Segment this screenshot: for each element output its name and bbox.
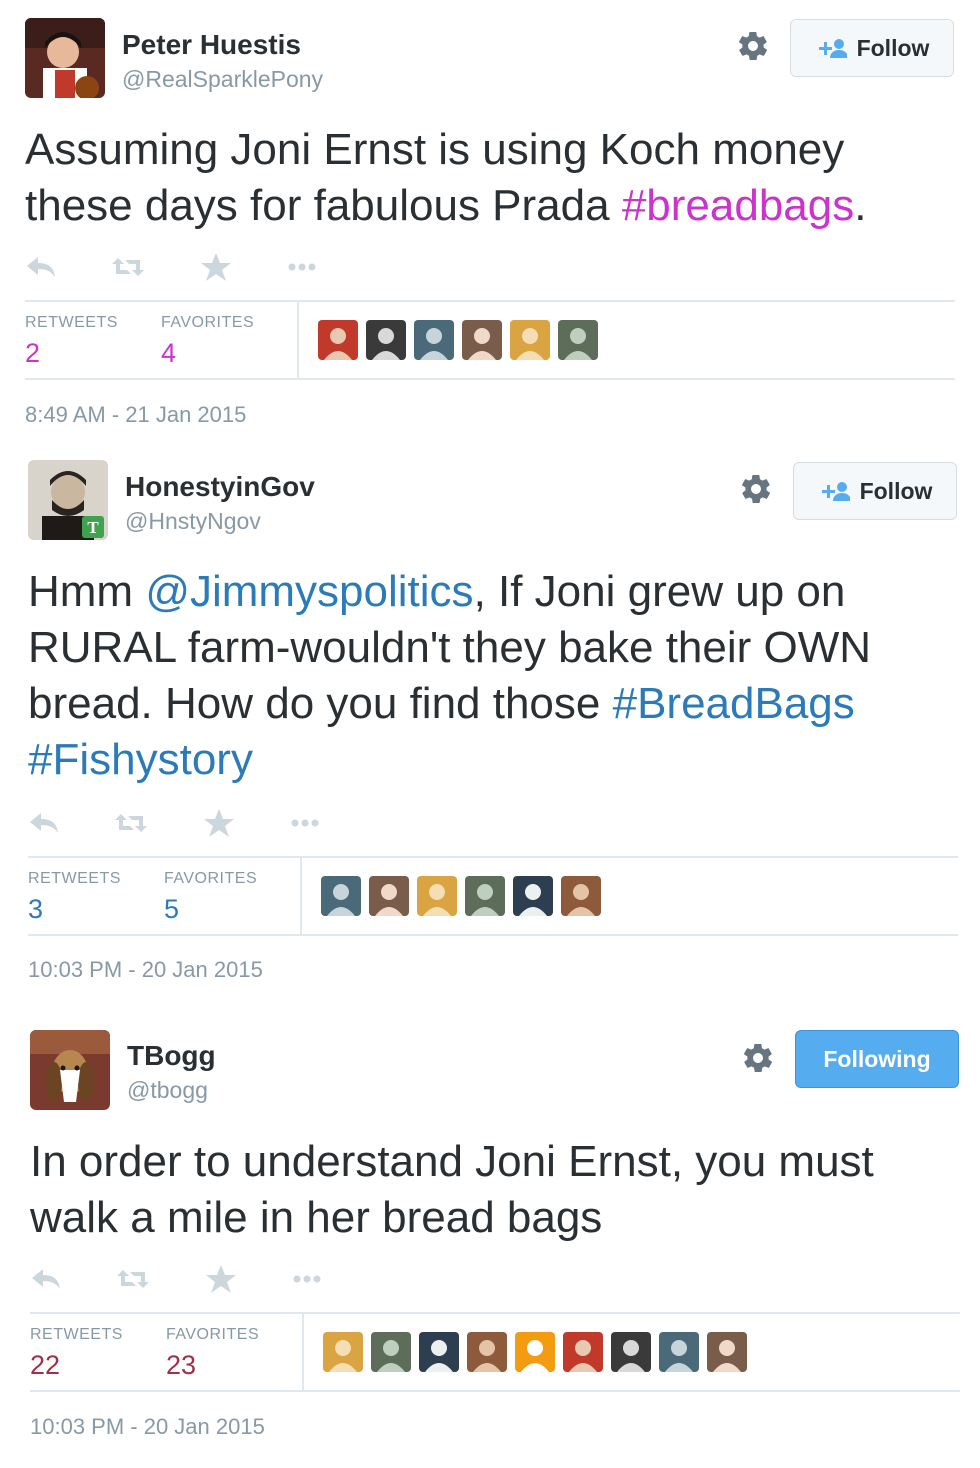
favoriter-avatar[interactable] (462, 320, 502, 360)
tweet-text-segment: Hmm (28, 567, 146, 616)
tweet-1: Peter Huestis @RealSparklePony Follow As… (0, 0, 980, 440)
gear-icon[interactable] (736, 29, 770, 63)
favorites-label: FAVORITES (161, 314, 255, 331)
favoriter-avatar[interactable] (513, 876, 553, 916)
stats-divider (302, 1314, 304, 1390)
username[interactable]: @RealSparklePony (122, 66, 323, 93)
username[interactable]: @tbogg (127, 1077, 208, 1104)
gear-icon[interactable] (741, 1041, 775, 1075)
favoriter-avatar[interactable] (561, 876, 601, 916)
tweet-stats: RETWEETS 2 FAVORITES 4 (25, 300, 955, 380)
favoriter-avatar[interactable] (515, 1332, 555, 1372)
favoriter-avatar[interactable] (323, 1332, 363, 1372)
retweets-label: RETWEETS (30, 1326, 123, 1343)
tweet-actions (30, 1264, 350, 1296)
following-button[interactable]: Following (795, 1030, 959, 1088)
hashtag-link[interactable]: #BreadBags (613, 679, 855, 728)
svg-text:T: T (87, 518, 99, 537)
more-icon[interactable] (285, 252, 319, 282)
display-name[interactable]: Peter Huestis (122, 29, 301, 61)
tweet-stats: RETWEETS 22 FAVORITES 23 (30, 1312, 960, 1392)
favoriter-avatar[interactable] (558, 320, 598, 360)
timestamp[interactable]: 8:49 AM - 21 Jan 2015 (25, 402, 246, 428)
tweet-text-segment: In order to understand Joni Ernst, you m… (30, 1137, 874, 1242)
favorites-count[interactable]: 5 (164, 894, 179, 925)
gear-icon[interactable] (739, 472, 773, 506)
mention-link[interactable]: @Jimmyspolitics (145, 567, 473, 616)
favorites-label: FAVORITES (164, 870, 258, 887)
favoriter-avatar[interactable] (465, 876, 505, 916)
retweet-icon[interactable] (114, 808, 148, 838)
reply-icon[interactable] (28, 808, 62, 838)
retweet-icon[interactable] (116, 1264, 150, 1294)
avatar[interactable]: T (28, 460, 108, 540)
favoriter-avatar[interactable] (467, 1332, 507, 1372)
tweet-actions (25, 252, 345, 284)
favoriter-avatar[interactable] (414, 320, 454, 360)
follow-label: Follow (859, 477, 933, 504)
follow-button[interactable]: Follow (793, 462, 957, 520)
favorites-count[interactable]: 4 (161, 338, 176, 369)
avatar[interactable] (25, 18, 105, 98)
display-name[interactable]: HonestyinGov (125, 471, 315, 503)
favorite-star-icon[interactable] (204, 1264, 238, 1294)
reply-icon[interactable] (25, 252, 59, 282)
tweet-stats: RETWEETS 3 FAVORITES 5 (28, 856, 958, 936)
add-user-icon (818, 39, 847, 58)
favoriter-avatar[interactable] (611, 1332, 651, 1372)
favoriter-avatar[interactable] (563, 1332, 603, 1372)
tweet-text: Hmm @Jimmyspolitics, If Joni grew up on … (28, 564, 958, 788)
favoriter-avatar[interactable] (369, 876, 409, 916)
favoriter-avatars (321, 876, 601, 916)
retweets-count[interactable]: 2 (25, 338, 40, 369)
reply-icon[interactable] (30, 1264, 64, 1294)
favorite-star-icon[interactable] (199, 252, 233, 282)
timestamp[interactable]: 10:03 PM - 20 Jan 2015 (28, 957, 263, 983)
retweet-icon[interactable] (111, 252, 145, 282)
favoriter-avatar[interactable] (707, 1332, 747, 1372)
favorites-label: FAVORITES (166, 1326, 260, 1343)
timestamp[interactable]: 10:03 PM - 20 Jan 2015 (30, 1414, 265, 1440)
follow-label: Follow (856, 34, 930, 61)
tweet-2: T HonestyinGov @HnstyNgov Follow Hmm @Ji… (0, 442, 980, 1002)
more-icon[interactable] (288, 808, 322, 838)
favoriter-avatar[interactable] (510, 320, 550, 360)
favorites-count[interactable]: 23 (166, 1350, 196, 1381)
favoriter-avatar[interactable] (419, 1332, 459, 1372)
username[interactable]: @HnstyNgov (125, 508, 261, 535)
display-name[interactable]: TBogg (127, 1040, 216, 1072)
tweet-text: In order to understand Joni Ernst, you m… (30, 1134, 960, 1246)
retweets-count[interactable]: 22 (30, 1350, 60, 1381)
tweet-text: Assuming Joni Ernst is using Koch money … (25, 122, 955, 234)
favoriter-avatar[interactable] (659, 1332, 699, 1372)
avatar[interactable] (30, 1030, 110, 1110)
favoriter-avatar[interactable] (417, 876, 457, 916)
stats-divider (297, 302, 299, 378)
favorite-star-icon[interactable] (202, 808, 236, 838)
stats-divider (300, 858, 302, 934)
tweet-3: TBogg @tbogg Following In order to under… (0, 1010, 980, 1468)
favoriter-avatar[interactable] (321, 876, 361, 916)
favoriter-avatar[interactable] (318, 320, 358, 360)
add-user-icon (821, 482, 850, 501)
favoriter-avatar[interactable] (366, 320, 406, 360)
tweet-text-segment: . (854, 181, 867, 230)
tweet-actions (28, 808, 348, 840)
hashtag-link[interactable]: #Fishystory (28, 735, 253, 784)
retweets-label: RETWEETS (25, 314, 118, 331)
follow-label: Following (823, 1045, 931, 1072)
hashtag-link[interactable]: #breadbags (622, 181, 854, 230)
favoriter-avatars (323, 1332, 747, 1372)
favoriter-avatars (318, 320, 598, 360)
retweets-label: RETWEETS (28, 870, 121, 887)
favoriter-avatar[interactable] (371, 1332, 411, 1372)
more-icon[interactable] (290, 1264, 324, 1294)
follow-button[interactable]: Follow (790, 19, 954, 77)
retweets-count[interactable]: 3 (28, 894, 43, 925)
